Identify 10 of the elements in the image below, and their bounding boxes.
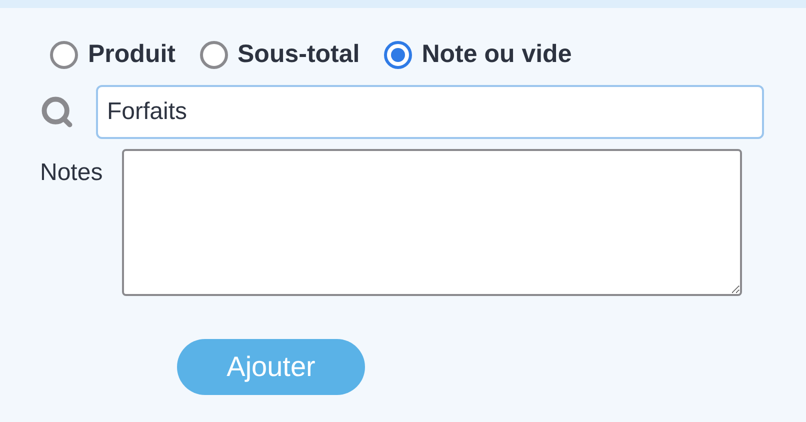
radio-button[interactable] xyxy=(200,41,228,69)
search-field[interactable]: Forfaits xyxy=(96,85,764,139)
search-icon xyxy=(40,95,74,129)
notes-label: Notes xyxy=(40,158,104,188)
radio-option[interactable]: Produit xyxy=(50,36,176,74)
radio-button[interactable] xyxy=(50,41,78,69)
radio-option[interactable]: Note ou vide xyxy=(384,36,572,74)
radio-button[interactable] xyxy=(384,41,412,69)
radio-option[interactable]: Sous-total xyxy=(200,36,360,74)
notes-field[interactable] xyxy=(122,149,742,296)
